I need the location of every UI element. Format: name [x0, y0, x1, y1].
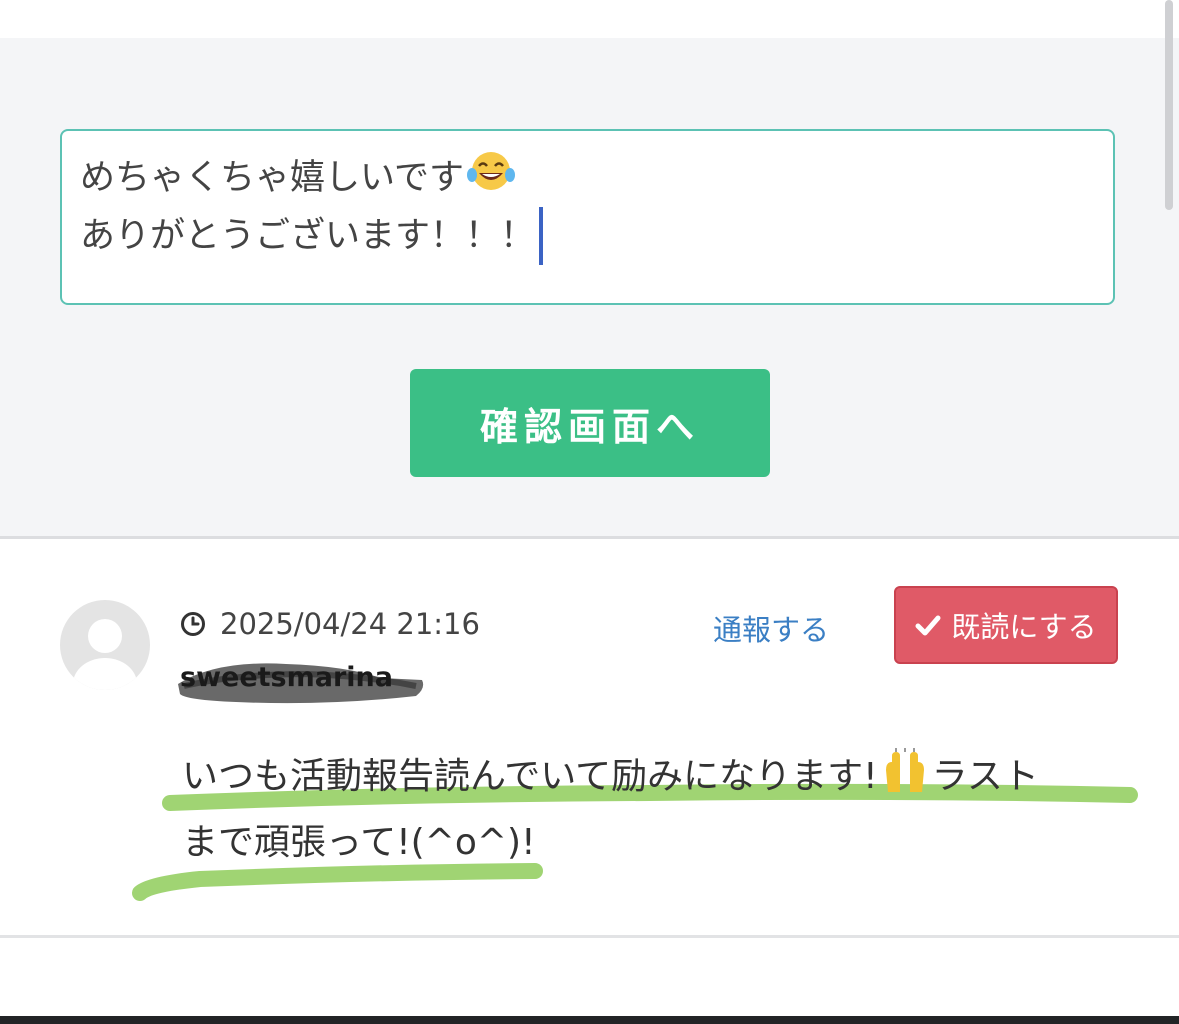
laughing-tears-emoji-icon — [466, 152, 515, 190]
divider — [0, 536, 1179, 539]
comment-line-2: まで頑張って!(^o^)! — [182, 822, 536, 863]
default-avatar-icon[interactable] — [60, 600, 150, 690]
comment-timestamp: 2025/04/24 21:16 — [180, 607, 480, 641]
clock-icon — [181, 612, 205, 636]
top-strip — [0, 0, 1179, 38]
text-caret — [539, 207, 544, 265]
username-text: sweetsmarina — [180, 662, 393, 693]
timestamp-text: 2025/04/24 21:16 — [220, 607, 480, 641]
bottom-bar — [0, 1016, 1179, 1024]
comment-body: いつも活動報告読んでいて励みになります! ラスト まで頑張って!(^o^)! — [182, 744, 1142, 876]
comment-text-2: ラスト — [931, 756, 1039, 797]
mark-read-label: 既読にする — [951, 610, 1097, 644]
mark-as-read-button[interactable]: 既読にする — [894, 586, 1118, 664]
username: sweetsmarina — [176, 656, 426, 706]
confirm-screen-button[interactable]: 確認画面へ — [410, 369, 770, 477]
divider — [0, 935, 1179, 938]
check-icon — [915, 615, 941, 636]
comment-line-1: いつも活動報告読んでいて励みになります! ラスト — [182, 744, 1142, 810]
reply-text-line-2: ありがとうございます！！！ — [80, 207, 1095, 265]
raised-hands-emoji-icon — [885, 748, 924, 792]
reply-text-2: ありがとうございます！！！ — [80, 216, 536, 256]
reply-textarea[interactable]: めちゃくちゃ嬉しいです ありがとうございます！！！ — [60, 129, 1115, 305]
scrollbar[interactable] — [1165, 0, 1173, 210]
comment-text-1: いつも活動報告読んでいて励みになります! — [182, 756, 878, 797]
reply-text-line-1: めちゃくちゃ嬉しいです — [80, 149, 1095, 207]
report-link[interactable]: 通報する — [713, 607, 829, 649]
reply-text-1: めちゃくちゃ嬉しいです — [80, 158, 464, 198]
